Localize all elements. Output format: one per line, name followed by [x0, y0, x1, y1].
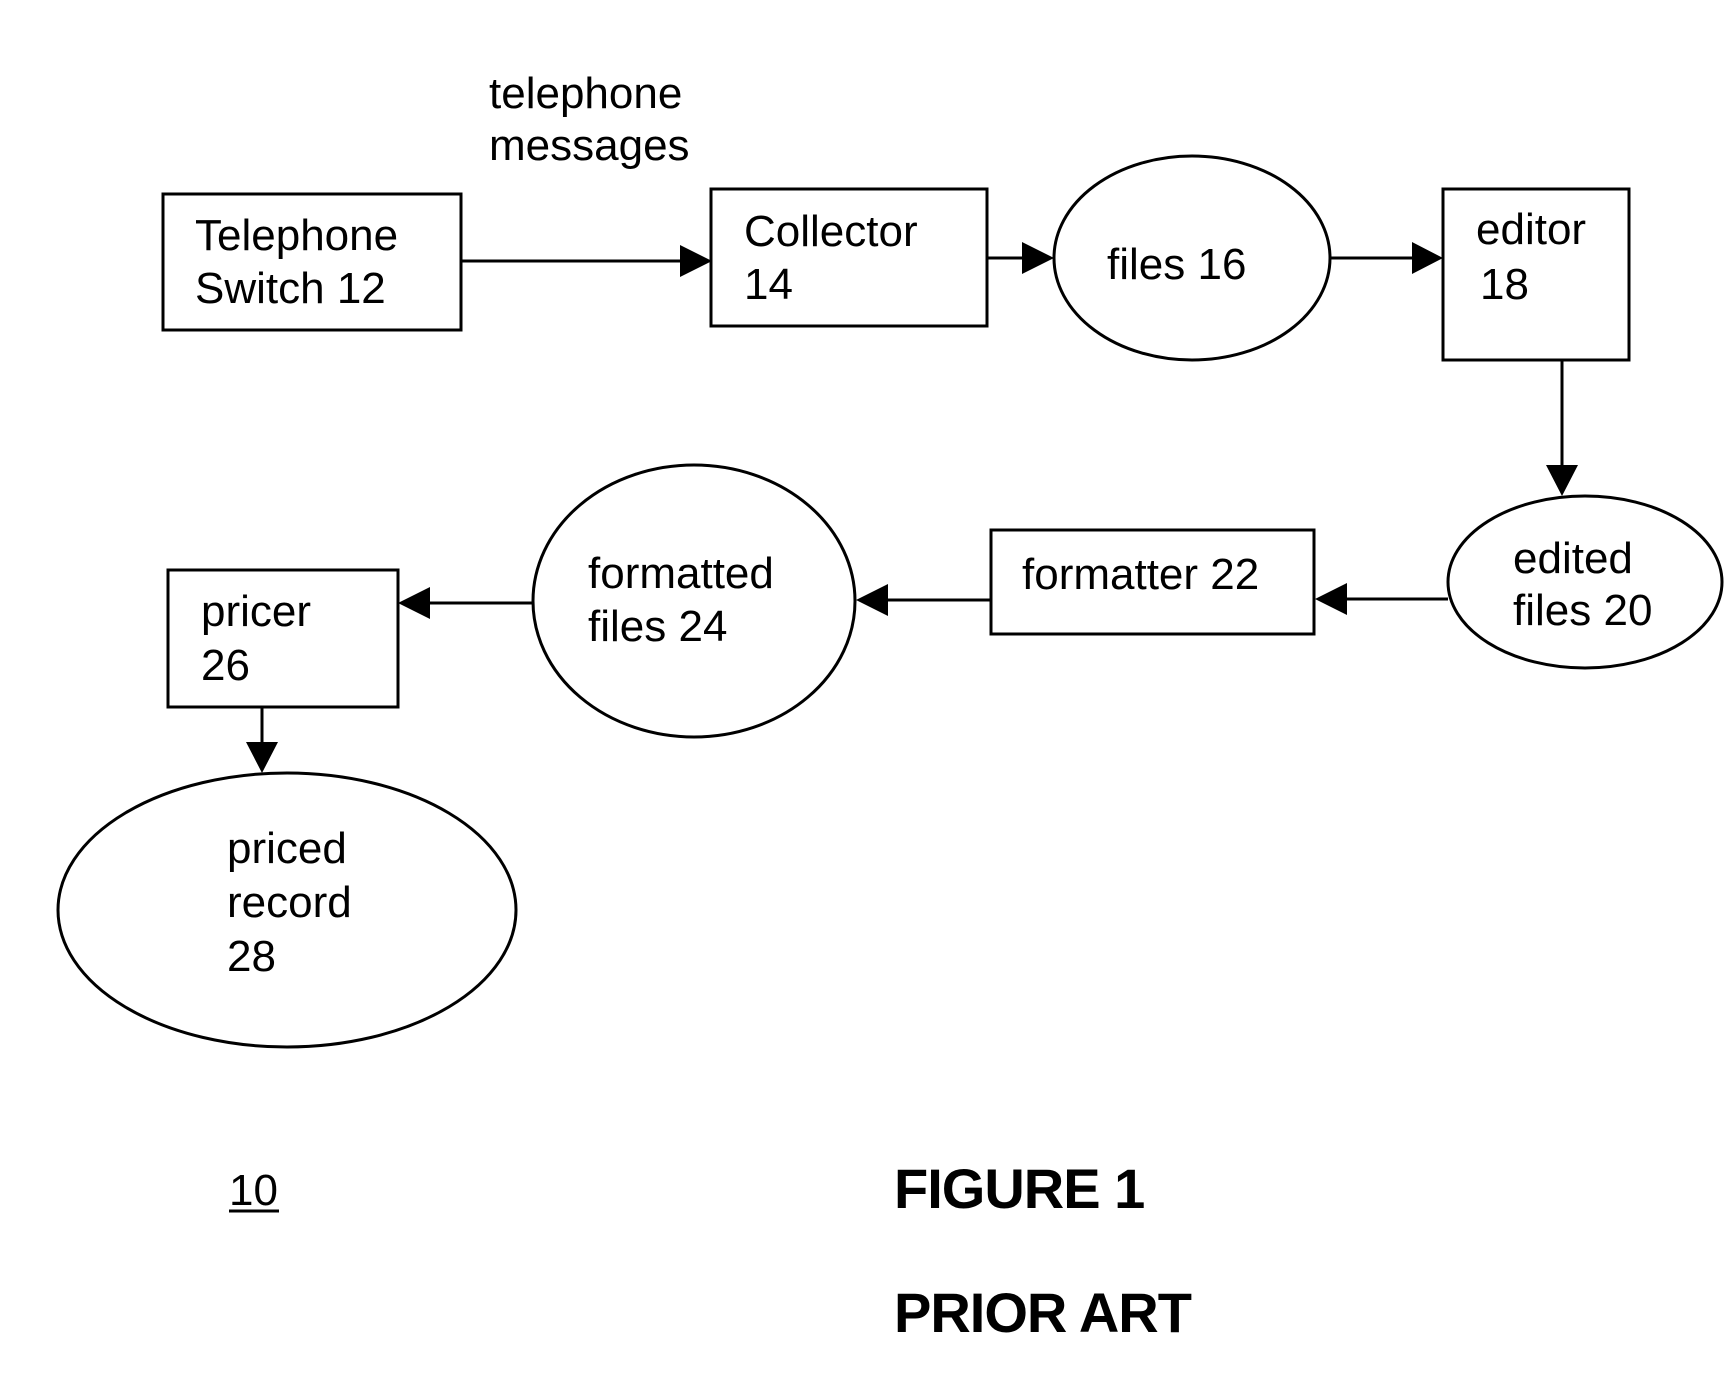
editor-label-line-1: editor: [1476, 205, 1586, 254]
formatted-files-label-line-1: formatted: [588, 549, 774, 598]
node-telephone-switch: Telephone Switch 12: [161, 192, 463, 332]
flow-diagram: Telephone Switch 12 telephone messages C…: [56, 69, 1724, 1344]
node-formatted-files: formatted files 24: [531, 463, 857, 739]
edge-files-to-editor: [1330, 242, 1443, 274]
node-edited-files: edited files 20: [1446, 494, 1724, 670]
edge-pricer-to-priced-record: [246, 707, 278, 773]
edge-label-telephone-messages: telephone messages: [489, 69, 690, 170]
node-formatter: formatter 22: [989, 528, 1316, 636]
node-priced-record: priced record 28: [56, 771, 518, 1049]
arrowhead-icon: [856, 584, 888, 616]
pricer-label-line-2: 26: [201, 641, 250, 690]
arrowhead-icon: [398, 587, 430, 619]
editor-label-line-2: 18: [1480, 260, 1529, 309]
collector-label-line-1: Collector: [744, 207, 918, 256]
files-label: files 16: [1107, 240, 1246, 289]
edge-formatter-to-formatted-files: [856, 584, 991, 616]
formatted-files-label-line-2: files 24: [588, 602, 727, 651]
node-files: files 16: [1052, 154, 1332, 362]
node-editor: editor 18: [1441, 187, 1631, 362]
edited-files-label-line-2: files 20: [1513, 586, 1652, 635]
edge-label-line-2: messages: [489, 121, 690, 170]
edge-editor-to-edited-files: [1546, 360, 1578, 496]
edge-edited-files-to-formatter: [1315, 583, 1448, 615]
edge-switch-to-collector: [461, 245, 712, 277]
pricer-label-line-1: pricer: [201, 587, 311, 636]
priced-record-label-line-1: priced: [227, 824, 347, 873]
node-pricer: pricer 26: [166, 568, 400, 709]
priced-record-label-line-3: 28: [227, 932, 276, 981]
arrowhead-icon: [1546, 465, 1578, 496]
edited-files-label-line-1: edited: [1513, 534, 1633, 583]
arrowhead-icon: [1412, 242, 1443, 274]
telephone-switch-label-line-1: Telephone: [195, 211, 398, 260]
formatter-label: formatter 22: [1022, 550, 1259, 599]
figure-title: FIGURE 1: [894, 1157, 1144, 1220]
reference-numeral: 10: [229, 1166, 279, 1215]
node-collector: Collector 14: [709, 187, 989, 328]
collector-label-line-2: 14: [744, 260, 793, 309]
arrowhead-icon: [1315, 583, 1347, 615]
formatted-files-ellipse: [531, 463, 857, 739]
reference-numeral-text: 10: [229, 1166, 278, 1215]
figure-subtitle: PRIOR ART: [894, 1281, 1192, 1344]
edge-formatted-files-to-pricer: [398, 587, 533, 619]
edge-collector-to-files: [987, 242, 1054, 274]
edge-label-line-1: telephone: [489, 69, 682, 118]
arrowhead-icon: [1022, 242, 1054, 274]
telephone-switch-label-line-2: Switch 12: [195, 264, 386, 313]
arrowhead-icon: [680, 245, 712, 277]
priced-record-label-line-2: record: [227, 878, 352, 927]
arrowhead-icon: [246, 742, 278, 773]
